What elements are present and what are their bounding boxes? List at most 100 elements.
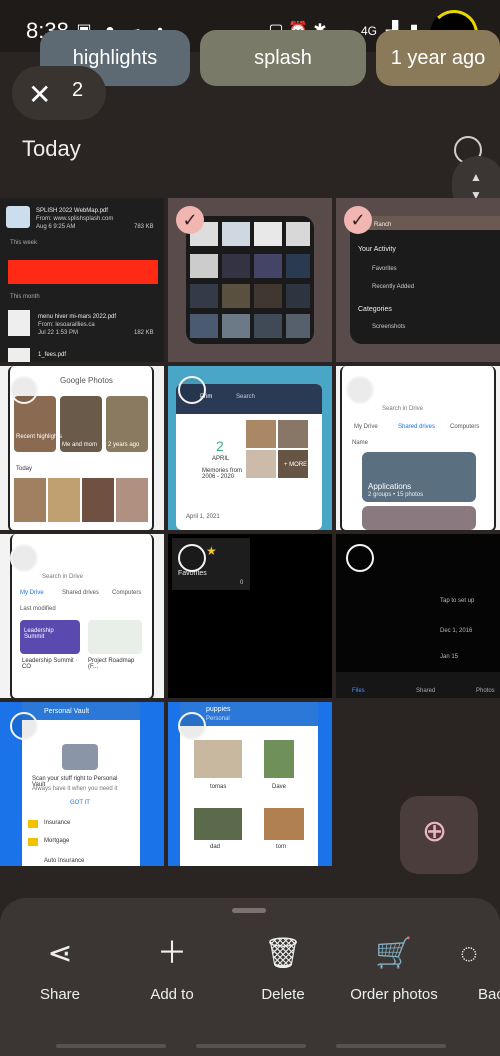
folder-name: Insurance [44, 820, 71, 826]
nav-label: Files [352, 688, 365, 694]
select-circle[interactable] [346, 544, 374, 572]
section-label: Today [16, 466, 33, 472]
photo-tile-4[interactable]: Google Photos Recent highlights Me and m… [0, 366, 164, 530]
share-icon: ⋖ [47, 937, 73, 970]
backup-button[interactable]: ◌ Bac [460, 934, 500, 1003]
album-label: Ranch [374, 222, 392, 228]
select-circle[interactable] [178, 376, 206, 404]
file-name: SPLISH 2022 WebMap.pdf [36, 208, 108, 214]
tab-label: Shared drives [62, 590, 100, 596]
more-label: + MORE [284, 462, 308, 468]
zoom-button[interactable]: ⊕ [400, 796, 478, 874]
selection-bar: ✕ 2 [12, 66, 106, 120]
memory-label: 2 years ago [108, 442, 140, 448]
tab-label: My Drive [20, 590, 44, 596]
redaction-block [8, 260, 158, 284]
close-icon[interactable]: ✕ [28, 78, 51, 111]
tab-label: Computers [450, 424, 480, 430]
photo-tile-7[interactable]: Search in Drive My Drive Shared drives C… [0, 534, 164, 698]
select-circle[interactable] [10, 712, 38, 740]
sheet-handle[interactable] [232, 908, 266, 913]
file-name: 1_fees.pdf [38, 352, 67, 358]
tab-label: My Drive [354, 424, 378, 430]
doc-name: Leadership Summit · CO [22, 658, 78, 670]
vault-sub: Always have it when you need it [32, 786, 118, 792]
file-thumbnail [8, 348, 30, 362]
file-source: From: www.splishsplash.com [36, 216, 114, 222]
add-to-label: Add to [150, 986, 194, 1003]
tab-label: Computers [112, 590, 142, 596]
memory-caption: Memories from 2006 - 2020 [202, 468, 243, 480]
photo-tile-9[interactable]: Tap to set up Dec 1, 2016 Jan 15 Files S… [336, 534, 500, 698]
memory-label: Me and mom [62, 442, 98, 448]
select-circle[interactable] [10, 376, 38, 404]
app-screenshot: Ranch Your Activity Favorites Recently A… [350, 216, 500, 344]
folder-title: puppies [206, 706, 231, 713]
add-to-button[interactable]: ＋ Add to [122, 934, 222, 1003]
date-label: Jan 15 [440, 654, 459, 660]
chip-1-year-ago[interactable]: 1 year ago [376, 30, 500, 86]
nav-indicator [196, 1044, 306, 1048]
photo-tile-10[interactable]: Personal Vault Scan your stuff right to … [0, 702, 164, 866]
photo-tile-3-selected[interactable]: Ranch Your Activity Favorites Recently A… [336, 198, 500, 362]
select-circle[interactable] [178, 544, 206, 572]
photo-name: tom [276, 844, 287, 850]
section-title: Today [22, 136, 81, 161]
doc-thumb-title: Leadership Summit [24, 628, 54, 640]
photo-tile-1[interactable]: SPLISH 2022 WebMap.pdf From: www.splishs… [0, 198, 164, 362]
chip-label: splash [254, 47, 312, 69]
search-label: Search in Drive [382, 406, 424, 412]
select-circle[interactable] [346, 376, 374, 404]
photo-tile-11[interactable]: puppies Personal tomas Dave dad tom [168, 702, 332, 866]
file-source: From: lesoaraillies.ca [38, 322, 95, 328]
photo-name: tomas [210, 784, 227, 790]
sort-label: Last modified [20, 606, 56, 612]
nav-indicator [336, 1044, 446, 1048]
backup-label: Bac [478, 986, 500, 1003]
checkmark-icon[interactable]: ✓ [344, 206, 372, 234]
nav-label: Shared [416, 688, 436, 694]
photo-name: dad [210, 844, 221, 850]
memory-month: APRIL [212, 456, 230, 462]
album-count: 0 [240, 580, 244, 586]
delete-button[interactable]: 🗑 Delete [233, 934, 333, 1003]
photo-tile-5[interactable]: Prim Search 2 APRIL Memories from 2006 -… [168, 366, 332, 530]
search-label: Search [236, 394, 256, 400]
file-size: 783 KB [134, 224, 154, 230]
sort-label: Name [352, 440, 369, 446]
memory-label: Recent highlights [16, 434, 63, 440]
file-date: Aug 6 9:25 AM [36, 224, 76, 230]
backup-icon: ◌ [460, 937, 478, 970]
cart-icon: 🛒 [375, 937, 413, 970]
file-thumbnail [8, 310, 30, 336]
caret-up-icon: ▲ [470, 170, 482, 184]
file-name: menu hiver mi-mars 2022.pdf [38, 314, 117, 320]
search-label: Search in Drive [42, 574, 84, 580]
got-it-link: GOT IT [70, 800, 90, 806]
zoom-in-icon: ⊕ [422, 815, 448, 848]
photo-tile-8[interactable]: ★ Favorites 0 [168, 534, 332, 698]
select-circle[interactable] [178, 712, 206, 740]
photo-tile-6[interactable]: Search in Drive My Drive Shared drives C… [336, 366, 500, 530]
folder-meta: 2 groups • 15 photos [368, 492, 424, 498]
heading: Categories [358, 306, 392, 313]
checkmark-icon[interactable]: ✓ [176, 206, 204, 234]
folder-name: Mortgage [44, 838, 70, 844]
memory-day: 2 [216, 438, 224, 454]
doc-name: Project Roadmap (F... [88, 658, 135, 670]
file-date: Jul 22 1:53 PM [38, 330, 79, 336]
delete-label: Delete [261, 986, 305, 1003]
chip-splash[interactable]: splash [200, 30, 366, 86]
nav-label: Photos [476, 688, 495, 694]
order-photos-button[interactable]: 🛒 Order photos [344, 934, 444, 1003]
file-thumbnail [6, 206, 30, 228]
date-label: Dec 1, 2016 [440, 628, 473, 634]
photo-tile-2-selected[interactable]: ✓ [168, 198, 332, 362]
photo-name: Dave [272, 784, 287, 790]
share-button[interactable]: ⋖ Share [10, 934, 110, 1003]
screenshot-grid [186, 216, 314, 344]
order-photos-label: Order photos [350, 986, 438, 1003]
folder-name: Applications [368, 482, 412, 491]
app-title: Google Photos [60, 376, 113, 385]
select-circle[interactable] [10, 544, 38, 572]
